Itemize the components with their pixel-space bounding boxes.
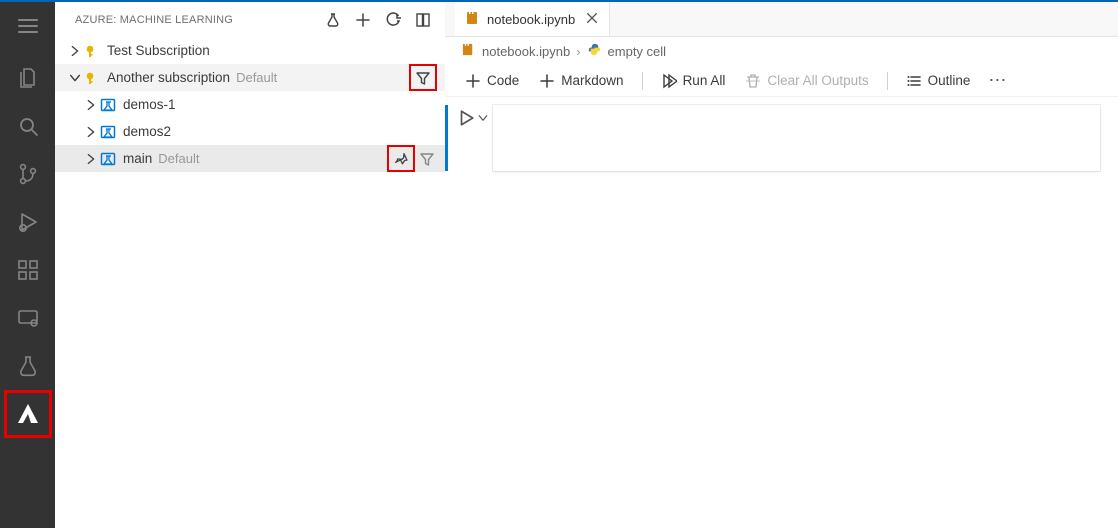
breadcrumb-file[interactable]: notebook.ipynb [482,44,570,59]
remote-explorer-icon[interactable] [4,294,52,342]
sidebar-header: AZURE: MACHINE LEARNING [55,2,445,37]
run-all-button[interactable]: Run All [653,68,734,94]
breadcrumb[interactable]: notebook.ipynb › empty cell [445,37,1118,65]
create-experiment-button[interactable] [319,7,347,33]
workspace-item[interactable]: demos-1 [55,91,445,118]
more-actions-button[interactable]: ⋯ [982,70,1013,91]
filter-button[interactable] [417,146,437,172]
tab-label: notebook.ipynb [487,12,575,27]
toolbar-separator [642,72,643,90]
collapse-button[interactable] [409,7,437,33]
workspace-icon [99,124,117,140]
test-icon[interactable] [4,342,52,390]
clear-outputs-button[interactable]: Clear All Outputs [737,68,876,94]
editor-tabs: notebook.ipynb [445,2,1118,37]
run-cell-button[interactable] [457,109,475,130]
workspace-icon [99,151,117,167]
sidebar: AZURE: MACHINE LEARNING Test Subscriptio… [55,2,445,528]
menu-button[interactable] [4,8,52,44]
filter-highlight [409,64,437,91]
default-badge: Default [158,151,199,166]
key-icon [83,70,101,86]
workspace-label: main [123,151,152,166]
run-debug-icon[interactable] [4,198,52,246]
cell-run-area [457,109,489,130]
azure-icon[interactable] [4,390,52,438]
refresh-button[interactable] [379,7,407,33]
notebook-icon [465,10,481,29]
chevron-right-icon: › [576,44,580,59]
subscription-item[interactable]: Test Subscription [55,37,445,64]
chevron-down-icon[interactable] [67,71,83,85]
workspace-item[interactable]: demos2 [55,118,445,145]
key-icon [83,43,101,59]
activity-bar [0,2,55,528]
editor-tab[interactable]: notebook.ipynb [455,2,610,36]
workspace-item[interactable]: main Default [55,145,445,172]
notebook-toolbar: Code Markdown Run All Clear All Outputs … [445,65,1118,97]
workspace-label: demos2 [123,124,171,139]
explorer-icon[interactable] [4,54,52,102]
close-tab-button[interactable] [585,11,599,28]
sidebar-title: AZURE: MACHINE LEARNING [75,14,319,26]
pin-highlight [387,145,415,172]
run-options-button[interactable] [477,112,489,127]
extensions-icon[interactable] [4,246,52,294]
source-control-icon[interactable] [4,150,52,198]
add-code-button[interactable]: Code [457,68,527,94]
notebook-icon [461,42,476,60]
filter-button[interactable] [412,65,434,91]
chevron-right-icon[interactable] [83,125,99,139]
chevron-right-icon[interactable] [83,152,99,166]
notebook-body [445,97,1118,528]
pin-button[interactable] [390,146,412,172]
workspace-icon [99,97,117,113]
subscription-label: Test Subscription [107,43,210,58]
subscription-label: Another subscription [107,70,230,85]
chevron-right-icon[interactable] [67,44,83,58]
outline-button[interactable]: Outline [898,68,979,94]
add-markdown-button[interactable]: Markdown [531,68,631,94]
search-icon[interactable] [4,102,52,150]
code-cell[interactable] [493,105,1100,171]
workspace-label: demos-1 [123,97,176,112]
chevron-right-icon[interactable] [83,98,99,112]
cell-focus-indicator [445,105,448,171]
default-badge: Default [236,70,277,85]
subscription-item[interactable]: Another subscription Default [55,64,445,91]
toolbar-separator [887,72,888,90]
breadcrumb-cell[interactable]: empty cell [608,44,667,59]
editor-area: notebook.ipynb notebook.ipynb › empty ce… [445,2,1118,528]
python-icon [587,42,602,60]
subscription-tree: Test Subscription Another subscription D… [55,37,445,172]
add-button[interactable] [349,7,377,33]
